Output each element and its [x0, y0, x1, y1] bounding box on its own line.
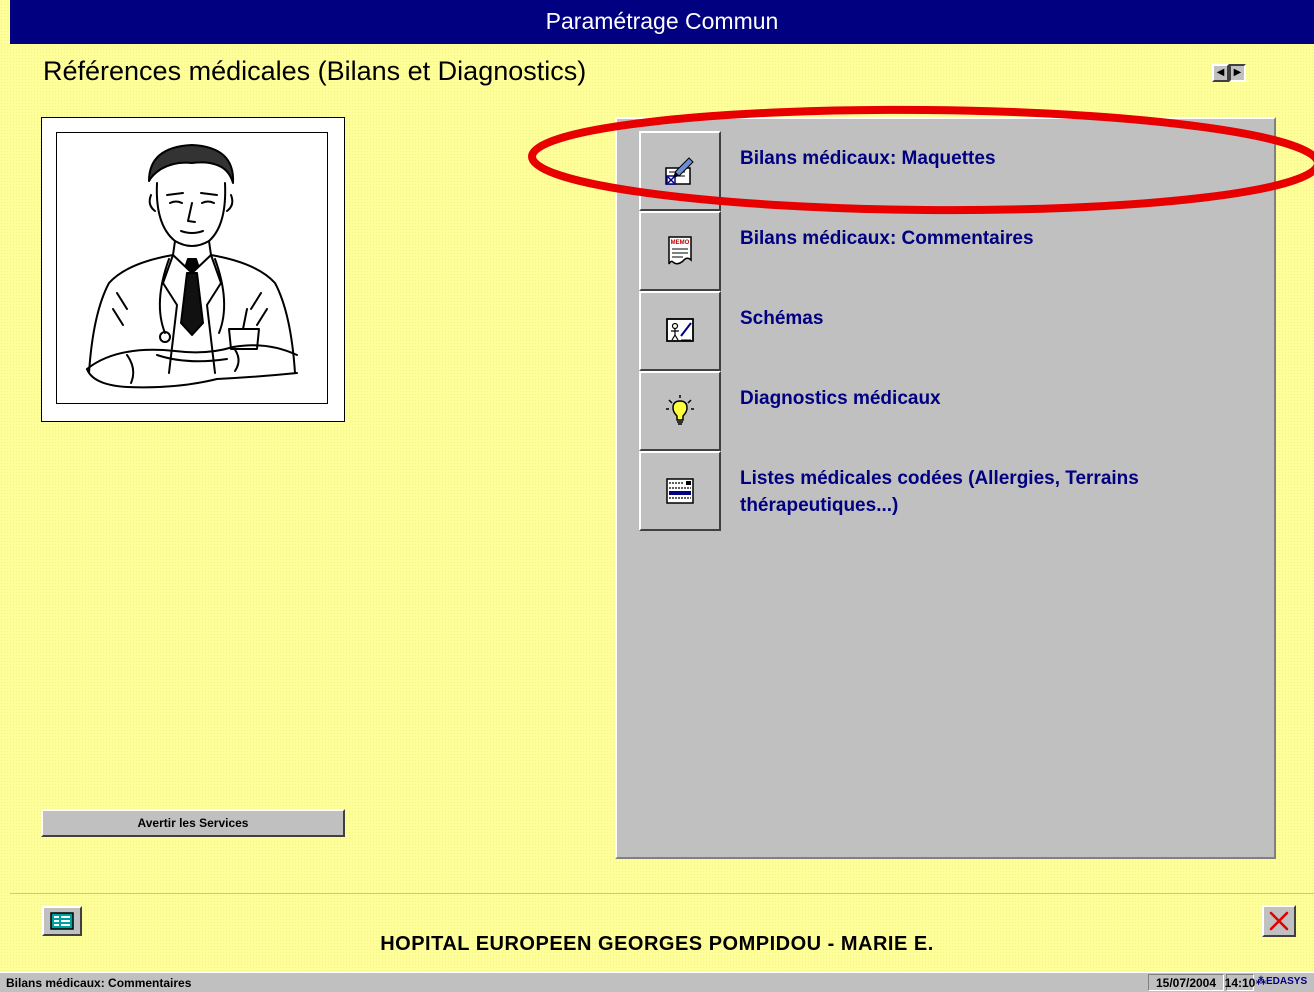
list-view-icon [50, 912, 74, 930]
menu-panel: Bilans médicaux: Maquettes MEMO Bilans m… [615, 117, 1276, 859]
listes-codees-button[interactable] [639, 451, 721, 531]
window-titlebar: Paramétrage Commun [10, 0, 1314, 44]
status-bar: Bilans médicaux: Commentaires 15/07/2004… [0, 972, 1314, 992]
diagnostics-button[interactable] [639, 371, 721, 451]
close-icon [1269, 911, 1289, 931]
menu-item-diagnostics[interactable]: Diagnostics médicaux [639, 371, 1259, 451]
menu-item-bilans-maquettes[interactable]: Bilans médicaux: Maquettes [639, 131, 1259, 211]
memo-icon: MEMO [668, 236, 692, 265]
arrow-right-icon: ▶ [1233, 67, 1242, 78]
menu-item-schemas[interactable]: Schémas [639, 291, 1259, 371]
arrow-left-icon: ◀ [1216, 67, 1225, 78]
doctor-drawing-icon [86, 144, 298, 389]
status-message: Bilans médicaux: Commentaires [6, 976, 192, 990]
menu-item-label: Listes médicales codées (Allergies, Terr… [740, 468, 1139, 516]
brand-logo: ⁂EDASYS [1256, 976, 1307, 987]
notify-services-button[interactable]: Avertir les Services [41, 809, 345, 837]
page-title: Références médicales (Bilans et Diagnost… [43, 56, 587, 86]
window-title: Paramétrage Commun [545, 7, 779, 34]
record-navigation: ◀ ▶ [1212, 64, 1246, 82]
doctor-portrait-frame [41, 117, 345, 422]
status-date: 15/07/2004 [1148, 974, 1224, 991]
diagram-figure-icon [666, 318, 694, 342]
menu-item-label: Diagnostics médicaux [740, 388, 941, 409]
schemas-button[interactable] [639, 291, 721, 371]
bilans-commentaires-button[interactable]: MEMO [639, 211, 721, 291]
doctor-illustration [56, 132, 328, 404]
previous-button[interactable]: ◀ [1212, 64, 1229, 82]
bilans-maquettes-button[interactable] [639, 131, 721, 211]
menu-item-bilans-commentaires[interactable]: MEMO Bilans médicaux: Commentaires [639, 211, 1259, 291]
coded-list-icon [666, 478, 694, 504]
next-button[interactable]: ▶ [1229, 64, 1246, 82]
hospital-footer-text: HOPITAL EUROPEEN GEORGES POMPIDOU - MARI… [380, 933, 934, 955]
menu-item-label: Bilans médicaux: Maquettes [740, 148, 996, 169]
brand-name: EDASYS [1266, 976, 1308, 987]
menu-item-listes-codees[interactable]: Listes médicales codées (Allergies, Terr… [639, 451, 1259, 531]
lightbulb-icon [666, 395, 694, 425]
menu-item-label: Bilans médicaux: Commentaires [740, 228, 1034, 249]
svg-text:MEMO: MEMO [671, 240, 690, 246]
footer-divider [10, 893, 1314, 894]
status-time: 14:10 [1224, 974, 1256, 991]
menu-item-label: Schémas [740, 308, 824, 329]
list-view-button[interactable] [42, 906, 82, 936]
form-pen-icon [665, 157, 694, 185]
brand-mark-icon: ⁂ [1256, 976, 1266, 987]
